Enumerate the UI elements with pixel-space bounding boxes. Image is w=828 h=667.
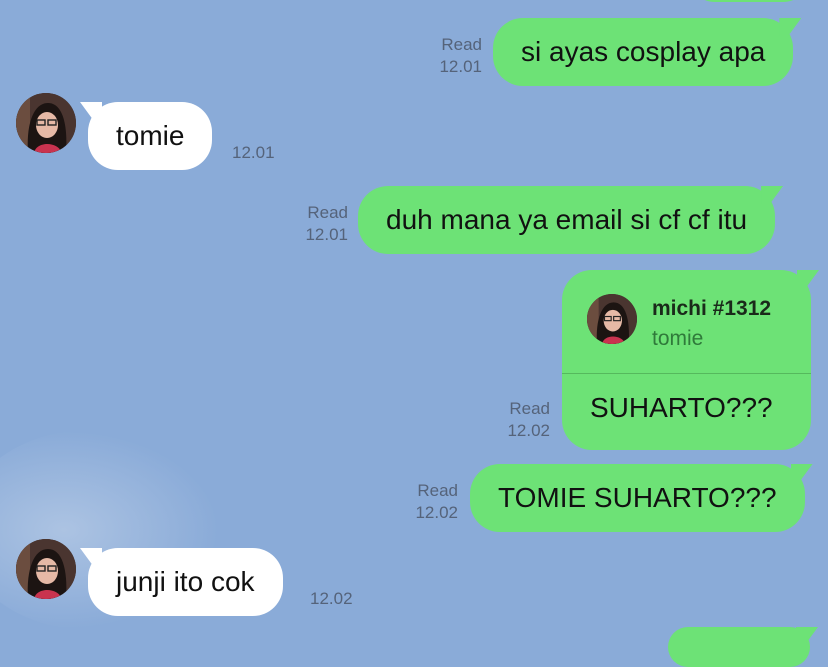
timestamp: 12.01 [439, 57, 482, 76]
avatar-photo-icon [587, 294, 637, 344]
avatar-photo-icon [16, 93, 76, 153]
read-receipt: Read 12.01 [420, 34, 482, 78]
read-receipt: Read 12.01 [286, 202, 348, 246]
quoted-avatar [587, 294, 637, 344]
message-text: duh mana ya email si cf cf itu [386, 204, 748, 235]
message-bubble-incoming[interactable]: tomie [88, 102, 213, 170]
read-label: Read [307, 203, 348, 222]
message-text: tomie [116, 120, 185, 151]
read-label: Read [441, 35, 482, 54]
message-bubble-incoming[interactable]: junji ito cok [88, 548, 283, 616]
message-text: si ayas cosplay apa [521, 36, 766, 67]
message-bubble-outgoing[interactable]: si ayas cosplay apa [493, 18, 794, 86]
quoted-sender-name: michi #1312 [652, 297, 772, 320]
message-bubble-outgoing[interactable]: TOMIE SUHARTO??? [470, 464, 805, 532]
read-label: Read [509, 399, 550, 418]
read-receipt: Read 12.02 [488, 398, 550, 442]
timestamp: 12.02 [310, 589, 353, 608]
contact-avatar[interactable] [16, 93, 76, 153]
message-bubble-partial[interactable] [668, 627, 810, 667]
avatar-photo-icon [16, 539, 76, 599]
message-text: SUHARTO??? [590, 392, 773, 423]
timestamp: 12.02 [507, 421, 550, 440]
message-text: TOMIE SUHARTO??? [498, 482, 777, 513]
quoted-message-text: tomie [652, 327, 704, 350]
message-bubble-reply[interactable]: michi #1312 tomie SUHARTO??? [562, 270, 811, 450]
message-text: junji ito cok [116, 566, 255, 597]
timestamp: 12.02 [415, 503, 458, 522]
contact-avatar[interactable] [16, 539, 76, 599]
read-receipt: Read 12.02 [396, 480, 458, 524]
quoted-message[interactable]: michi #1312 tomie [562, 270, 811, 374]
read-label: Read [417, 481, 458, 500]
timestamp: 12.01 [305, 225, 348, 244]
timestamp: 12.01 [232, 143, 275, 162]
message-bubble-partial[interactable] [688, 0, 810, 2]
message-bubble-outgoing[interactable]: duh mana ya email si cf cf itu [358, 186, 776, 254]
